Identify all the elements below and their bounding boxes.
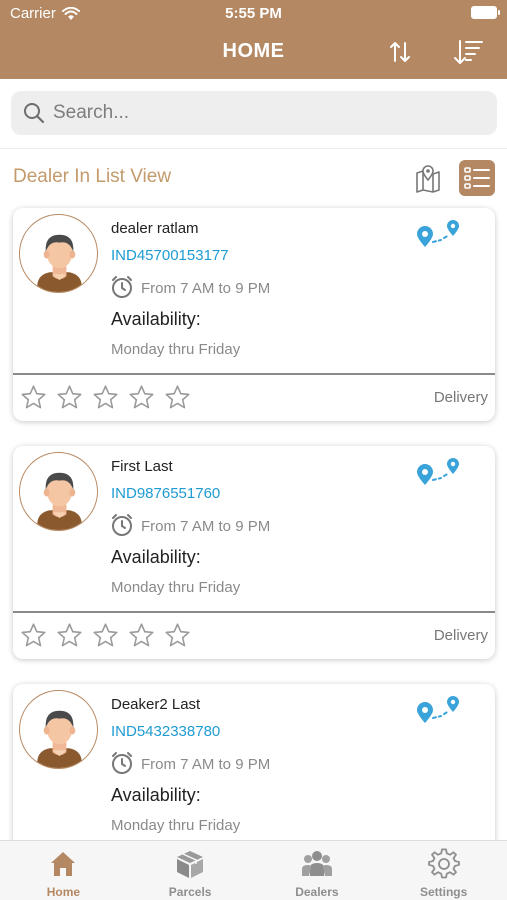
clock-icon [112,752,132,774]
dealer-code: IND45700153177 [111,247,229,264]
availability-days: Monday thru Friday [111,817,241,834]
tab-home[interactable]: Home [0,841,127,900]
tab-bar: Home Parcels Dealers Settings [0,840,507,900]
card-divider [13,611,495,613]
dealer-avatar [19,452,98,531]
location-route-icon[interactable] [415,454,463,488]
battery-icon [471,6,500,19]
rating-stars[interactable] [20,384,191,411]
tab-parcels[interactable]: Parcels [127,841,254,900]
tab-label: Dealers [295,885,339,899]
dealer-name: Deaker2 Last [111,696,201,713]
search-bar[interactable] [11,91,497,135]
sort-order-icon[interactable] [386,38,414,66]
search-icon [24,103,45,124]
dealer-card[interactable]: Deaker2 Last IND5432338780 From 7 AM to … [13,684,495,840]
star-icon[interactable] [164,622,191,649]
delivery-tag: Delivery [433,627,488,644]
parcels-icon [177,851,204,878]
dealer-hours: From 7 AM to 9 PM [141,518,271,535]
header-divider [0,148,507,149]
clock-icon [112,514,132,536]
tab-label: Parcels [168,885,212,899]
star-icon[interactable] [20,384,47,411]
location-route-icon[interactable] [415,216,463,250]
dealer-card[interactable]: dealer ratlam IND45700153177 From 7 AM t… [13,208,495,421]
clock-icon [112,276,132,298]
dealer-hours: From 7 AM to 9 PM [141,280,271,297]
tab-dealers[interactable]: Dealers [254,841,381,900]
status-time: 5:55 PM [225,5,282,22]
dealer-avatar [19,690,98,769]
star-icon[interactable] [92,384,119,411]
page-title: HOME [222,40,285,62]
tab-label: Settings [419,885,468,899]
home-icon [51,852,76,876]
dealer-code: IND9876551760 [111,485,221,502]
availability-days: Monday thru Friday [111,341,241,358]
dealer-hours: From 7 AM to 9 PM [141,756,271,773]
list-view-icon [464,167,490,189]
availability-label: Availability: [111,547,201,567]
sort-filter-icon[interactable] [452,38,484,66]
dealer-avatar [19,214,98,293]
location-route-icon[interactable] [415,692,463,726]
app-screen: dealer ratlam IND45700153177 From 7 AM t… [0,0,507,900]
star-icon[interactable] [20,622,47,649]
section-title: Dealer In List View [13,166,172,187]
star-icon[interactable] [128,384,155,411]
dealer-name: dealer ratlam [111,220,199,237]
rating-stars[interactable] [20,622,191,649]
status-bar: Carrier 5:55 PM [0,0,507,28]
dealer-code: IND5432338780 [111,723,221,740]
availability-label: Availability: [111,309,201,329]
list-view-button[interactable] [459,160,495,196]
tab-label: Home [46,885,81,899]
card-divider [13,373,495,375]
star-icon[interactable] [128,622,155,649]
star-icon[interactable] [92,622,119,649]
tab-settings[interactable]: Settings [380,841,507,900]
app-header: Carrier 5:55 PM HOME [0,0,507,79]
delivery-tag: Delivery [433,389,488,406]
availability-label: Availability: [111,785,201,805]
star-icon[interactable] [56,622,83,649]
dealer-name: First Last [111,458,173,475]
star-icon[interactable] [164,384,191,411]
availability-days: Monday thru Friday [111,579,241,596]
dealers-icon [301,851,332,876]
map-view-icon[interactable] [414,163,442,193]
search-input[interactable] [53,102,473,124]
star-icon[interactable] [56,384,83,411]
settings-icon [427,848,460,879]
dealer-card[interactable]: First Last IND9876551760 From 7 AM to 9 … [13,446,495,659]
